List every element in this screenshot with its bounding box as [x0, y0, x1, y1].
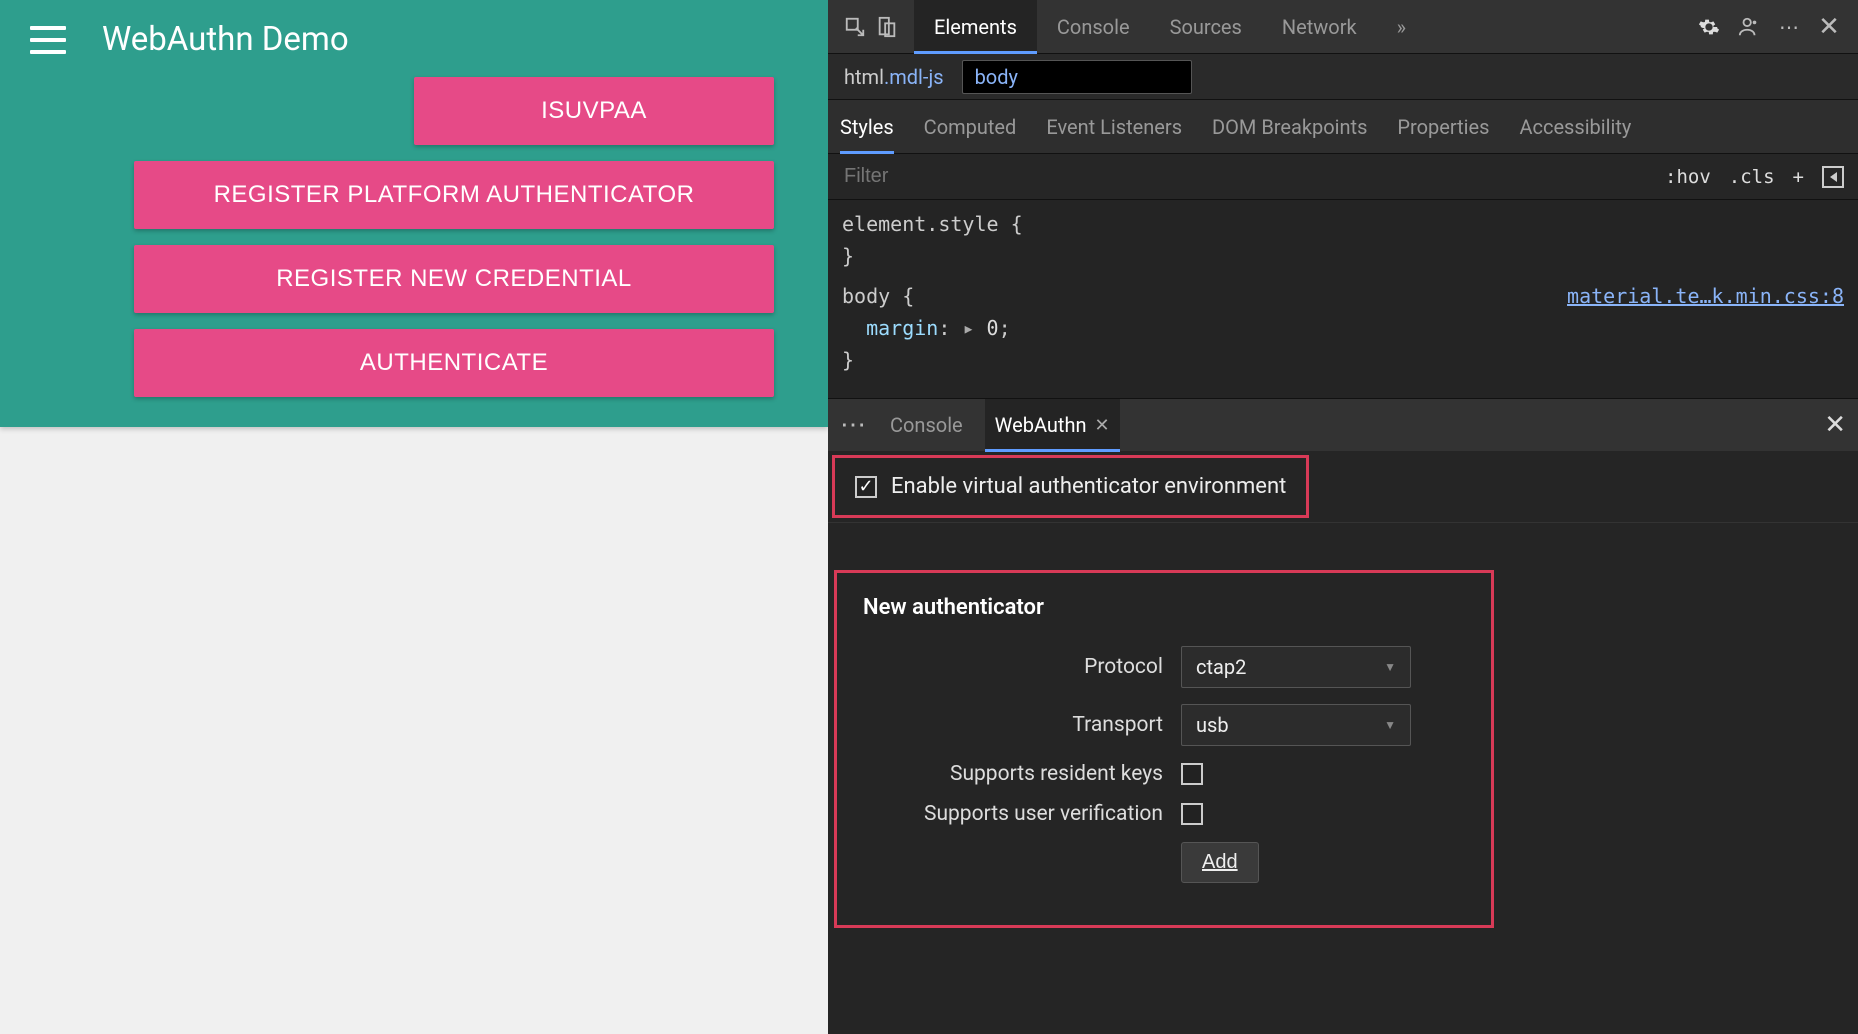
app-panel: WebAuthn Demo ISUVPAA REGISTER PLATFORM … — [0, 0, 828, 1034]
styles-filter-tools: :hov .cls + — [1651, 166, 1858, 188]
expand-shorthand-icon[interactable]: ▸ — [962, 316, 974, 340]
chevron-down-icon: ▼ — [1384, 660, 1396, 674]
tab-sources[interactable]: Sources — [1150, 0, 1262, 53]
breadcrumb-html[interactable]: html.mdl-js — [844, 65, 944, 89]
new-authenticator-title: New authenticator — [863, 595, 1465, 620]
sidebar-toggle-icon[interactable] — [1822, 166, 1844, 188]
new-authenticator-form: New authenticator Protocol ctap2 ▼ Trans… — [834, 570, 1494, 928]
styles-pane: element.style { } material.te…k.min.css:… — [828, 200, 1858, 398]
tab-more[interactable]: » — [1377, 0, 1426, 53]
hov-toggle[interactable]: :hov — [1665, 166, 1711, 188]
devtools-panel: Elements Console Sources Network » ⋯ ✕ h… — [828, 0, 1858, 1034]
tab-network[interactable]: Network — [1262, 0, 1377, 53]
breadcrumb-html-class: .mdl-js — [884, 65, 944, 89]
button-stack: ISUVPAA REGISTER PLATFORM AUTHENTICATOR … — [30, 77, 798, 397]
new-rule-button[interactable]: + — [1793, 166, 1804, 188]
protocol-label: Protocol — [863, 655, 1163, 679]
styles-tab-properties[interactable]: Properties — [1397, 100, 1489, 153]
styles-tab-styles[interactable]: Styles — [840, 100, 894, 153]
styles-filter-input[interactable] — [828, 165, 1651, 188]
add-row: Add — [863, 842, 1465, 883]
account-icon[interactable] — [1738, 16, 1760, 38]
css-element-style[interactable]: element.style { } — [842, 208, 1844, 272]
transport-select[interactable]: usb ▼ — [1181, 704, 1411, 746]
enable-virtual-authenticator-label: Enable virtual authenticator environment — [891, 474, 1286, 499]
drawer-tab-console[interactable]: Console — [890, 399, 963, 451]
webauthn-spacer — [828, 522, 1858, 570]
brace-close-1: } — [842, 240, 1844, 272]
devtools-top-bar: Elements Console Sources Network » ⋯ ✕ — [828, 0, 1858, 54]
styles-tab-computed[interactable]: Computed — [924, 100, 1017, 153]
resident-keys-checkbox[interactable] — [1181, 763, 1203, 785]
breadcrumb-body[interactable]: body — [962, 60, 1192, 94]
cls-toggle[interactable]: .cls — [1729, 166, 1775, 188]
styles-tab-event-listeners[interactable]: Event Listeners — [1046, 100, 1182, 153]
close-drawer-icon[interactable]: ✕ — [1824, 410, 1846, 440]
tab-elements[interactable]: Elements — [914, 0, 1037, 53]
hamburger-icon[interactable] — [30, 26, 66, 54]
css-prop-margin: margin — [866, 316, 938, 340]
dom-breadcrumb: html.mdl-js body — [828, 54, 1858, 100]
css-val-margin: 0 — [987, 316, 999, 340]
chevron-down-icon: ▼ — [1384, 718, 1396, 732]
gear-icon[interactable] — [1698, 16, 1720, 38]
brace-close-2: } — [842, 344, 1844, 376]
protocol-value: ctap2 — [1196, 655, 1246, 679]
transport-label: Transport — [863, 713, 1163, 737]
app-title: WebAuthn Demo — [102, 20, 349, 59]
inspect-icon[interactable] — [844, 16, 866, 38]
webauthn-panel: Enable virtual authenticator environment… — [828, 451, 1858, 1034]
isuvpaa-button[interactable]: ISUVPAA — [414, 77, 774, 145]
styles-tabbar: Styles Computed Event Listeners DOM Brea… — [828, 100, 1858, 154]
drawer-menu-icon[interactable]: ⋯ — [840, 410, 868, 440]
drawer-tab-webauthn-label: WebAuthn — [995, 413, 1087, 437]
authenticate-button[interactable]: AUTHENTICATE — [134, 329, 774, 397]
webauthn-enable-row: Enable virtual authenticator environment — [832, 455, 1309, 518]
resident-keys-row: Supports resident keys — [863, 762, 1465, 786]
css-body-rule[interactable]: material.te…k.min.css:8 body { margin: ▸… — [842, 280, 1844, 376]
register-platform-button[interactable]: REGISTER PLATFORM AUTHENTICATOR — [134, 161, 774, 229]
device-toggle-icon[interactable] — [876, 16, 898, 38]
devtools-top-left — [828, 16, 914, 38]
protocol-row: Protocol ctap2 ▼ — [863, 646, 1465, 688]
close-devtools-icon[interactable]: ✕ — [1818, 16, 1840, 38]
devtools-drawer: ⋯ Console WebAuthn ✕ ✕ Enable virtual au… — [828, 398, 1858, 1034]
app-titlebar: WebAuthn Demo — [30, 20, 798, 59]
user-verification-row: Supports user verification — [863, 802, 1465, 826]
transport-row: Transport usb ▼ — [863, 704, 1465, 746]
css-source-link[interactable]: material.te…k.min.css:8 — [1567, 280, 1844, 312]
drawer-tabbar: ⋯ Console WebAuthn ✕ ✕ — [828, 399, 1858, 451]
user-verification-label: Supports user verification — [863, 802, 1163, 826]
breadcrumb-html-tag: html — [844, 65, 884, 89]
user-verification-checkbox[interactable] — [1181, 803, 1203, 825]
app-header: WebAuthn Demo ISUVPAA REGISTER PLATFORM … — [0, 0, 828, 427]
devtools-main-tabs: Elements Console Sources Network » — [914, 0, 1680, 53]
protocol-select[interactable]: ctap2 ▼ — [1181, 646, 1411, 688]
css-declaration-margin: margin: ▸ 0; — [842, 312, 1844, 344]
tab-console[interactable]: Console — [1037, 0, 1150, 53]
styles-tab-accessibility[interactable]: Accessibility — [1519, 100, 1631, 153]
enable-virtual-authenticator-checkbox[interactable] — [855, 476, 877, 498]
close-tab-icon[interactable]: ✕ — [1095, 415, 1110, 436]
kebab-icon[interactable]: ⋯ — [1778, 16, 1800, 38]
styles-filter-row: :hov .cls + — [828, 154, 1858, 200]
register-new-credential-button[interactable]: REGISTER NEW CREDENTIAL — [134, 245, 774, 313]
transport-value: usb — [1196, 713, 1229, 737]
drawer-tab-webauthn[interactable]: WebAuthn ✕ — [985, 399, 1120, 451]
styles-tab-dom-breakpoints[interactable]: DOM Breakpoints — [1212, 100, 1367, 153]
devtools-top-right: ⋯ ✕ — [1680, 16, 1858, 38]
selector-element-style: element.style { — [842, 208, 1844, 240]
resident-keys-label: Supports resident keys — [863, 762, 1163, 786]
add-authenticator-button[interactable]: Add — [1181, 842, 1259, 883]
